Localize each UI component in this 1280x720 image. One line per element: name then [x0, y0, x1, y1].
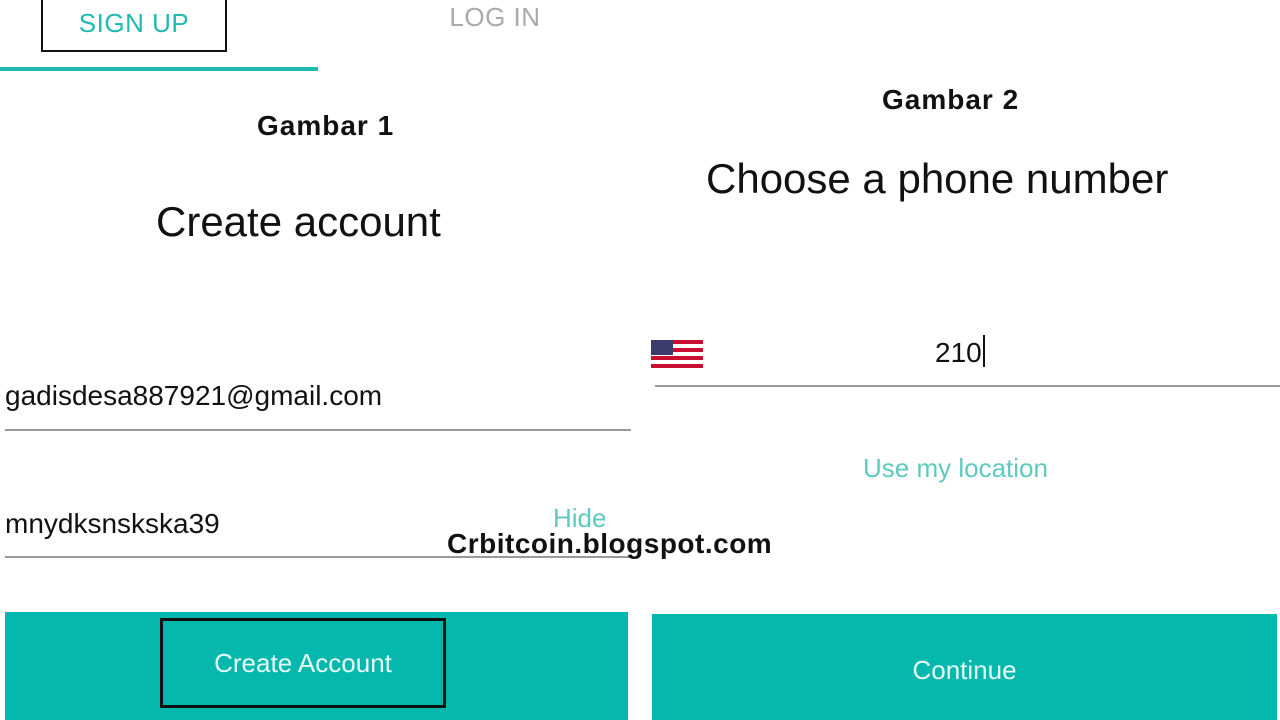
tab-sign-up[interactable]: SIGN UP — [41, 0, 227, 52]
phone-number-input[interactable]: 210 — [935, 335, 985, 369]
create-account-title: Create account — [156, 198, 441, 245]
phone-number-value: 210 — [935, 337, 982, 368]
caption-gambar-2: Gambar 2 — [882, 84, 1020, 115]
text-cursor — [982, 335, 985, 367]
password-field[interactable]: mnydksnskska39 — [5, 508, 220, 540]
choose-phone-number-title: Choose a phone number — [706, 155, 1169, 202]
email-field-underline — [5, 429, 631, 431]
use-my-location-link[interactable]: Use my location — [863, 453, 1048, 484]
watermark-text: Crbitcoin.blogspot.com — [447, 528, 773, 559]
tab-sign-up-label: SIGN UP — [78, 7, 190, 38]
create-account-button-label: Create Account — [214, 647, 392, 678]
tab-log-in[interactable]: LOG IN — [420, 0, 570, 34]
phone-number-underline — [655, 385, 1280, 387]
active-tab-indicator — [0, 67, 318, 71]
email-field[interactable]: gadisdesa887921@gmail.com — [5, 380, 382, 412]
us-flag-icon[interactable] — [651, 340, 703, 368]
continue-button-label: Continue — [912, 654, 1017, 685]
tab-log-in-label: LOG IN — [449, 1, 541, 32]
caption-gambar-1: Gambar 1 — [257, 110, 395, 141]
